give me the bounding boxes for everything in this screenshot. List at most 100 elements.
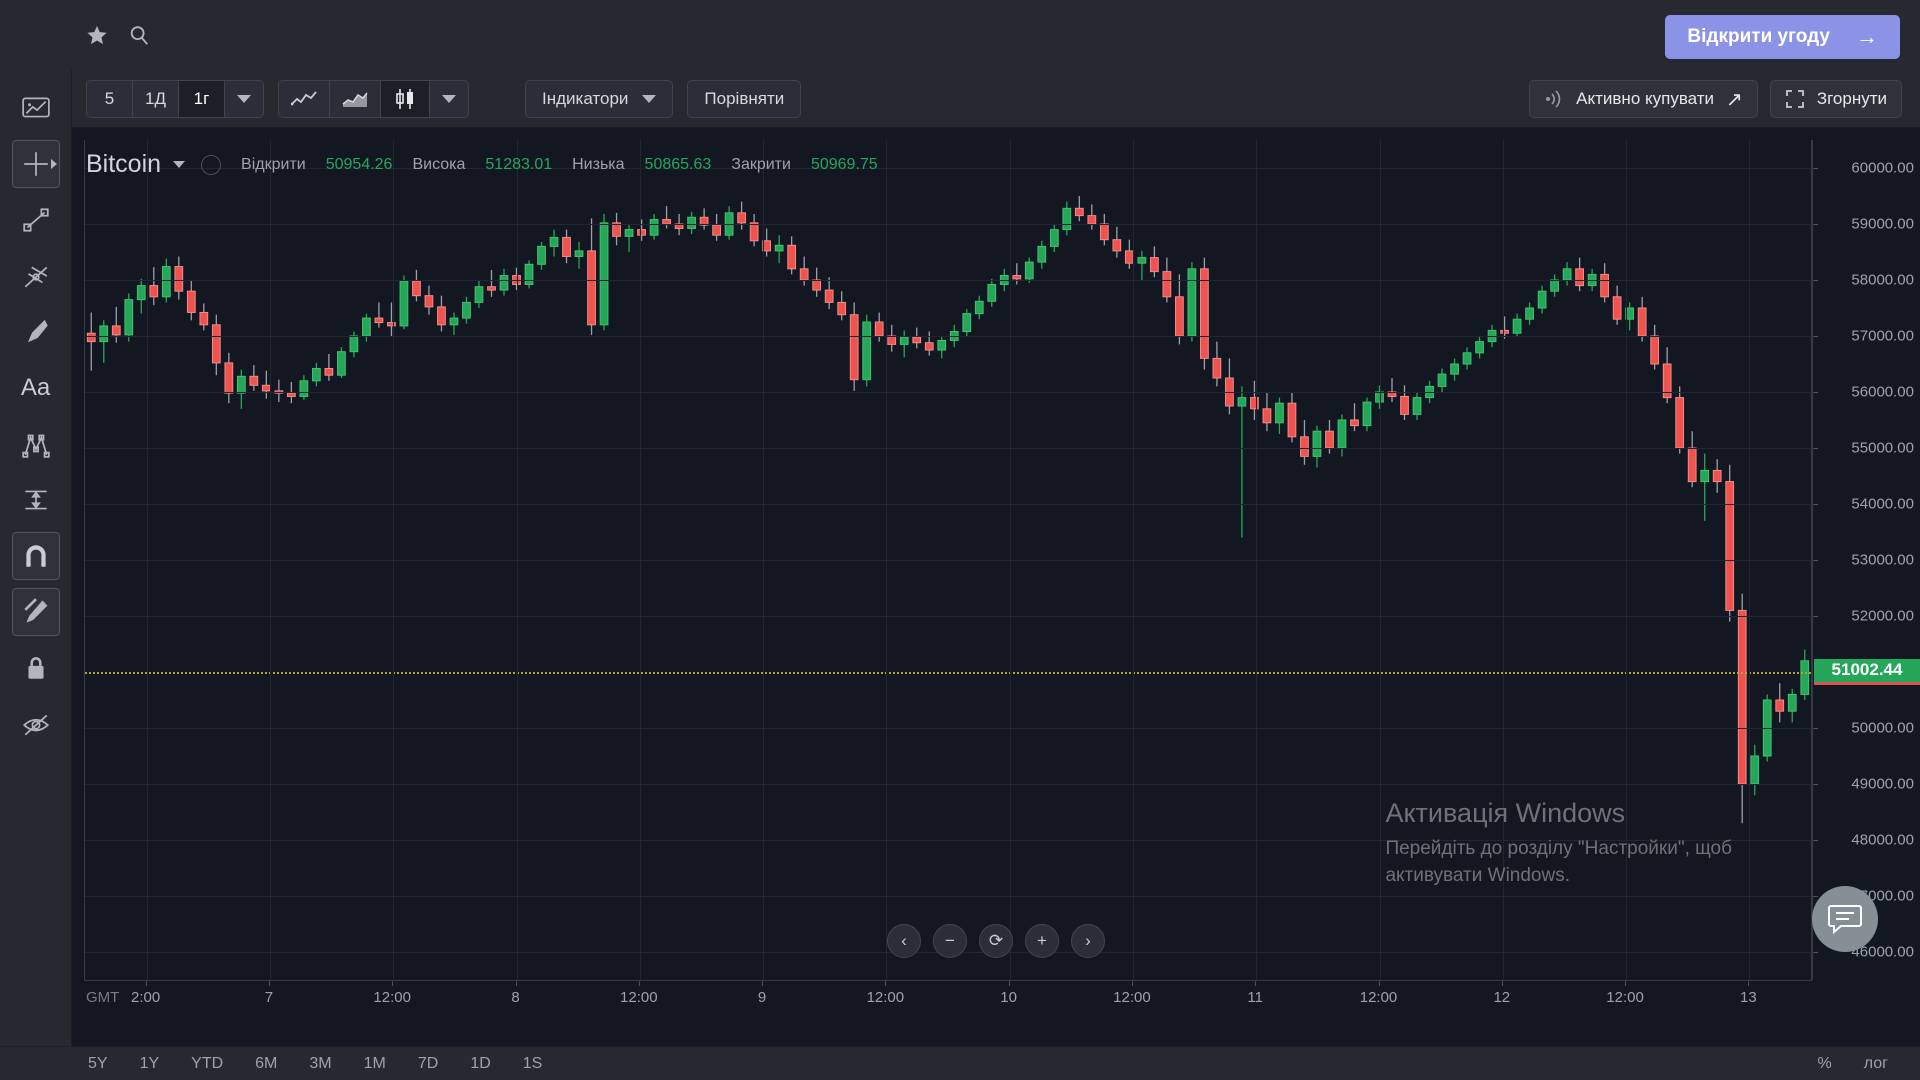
price-axis-tick (1813, 616, 1818, 617)
collapse-button[interactable]: Згорнути (1769, 80, 1902, 118)
candle-body (224, 362, 234, 394)
sidebar-item-trend-line[interactable] (12, 196, 60, 244)
chevron-down-icon (642, 94, 657, 103)
grid-line-horizontal (85, 616, 1811, 617)
grid-line-vertical (763, 140, 765, 980)
price-axis-tick (1813, 840, 1818, 841)
sidebar-item-text-tool[interactable]: Aa (12, 364, 60, 412)
percent-scale-button[interactable]: % (1802, 1047, 1848, 1080)
time-axis-label: 12 (1493, 989, 1511, 1006)
range-1d[interactable]: 1D (454, 1047, 506, 1080)
chat-support-button[interactable] (1812, 886, 1878, 952)
nav-zoom-in-button[interactable]: + (1025, 924, 1059, 958)
interval-1d[interactable]: 1Д (133, 80, 179, 117)
nav-next-button[interactable]: › (1071, 924, 1105, 958)
star-icon[interactable] (86, 24, 108, 46)
range-5y[interactable]: 5Y (72, 1047, 124, 1080)
candle-body (799, 268, 809, 281)
grid-line-vertical (1502, 140, 1504, 980)
grid-line-horizontal (85, 448, 1811, 449)
timezone-label: GMT (86, 989, 120, 1006)
time-axis[interactable]: GMT 2:00 7 12:00 8 12:00 9 12:00 10 12:00 11 12:00… (84, 980, 1812, 1018)
interval-dropdown-button[interactable] (225, 80, 263, 117)
candle-body (737, 212, 747, 224)
sidebar-item-elliott-wave[interactable] (12, 420, 60, 468)
range-1s[interactable]: 1S (507, 1047, 559, 1080)
chevron-right-icon[interactable] (50, 159, 57, 169)
sidebar-item-lock[interactable] (12, 644, 60, 692)
range-ytd[interactable]: YTD (175, 1047, 239, 1080)
candle-body (1650, 335, 1660, 365)
chart-type-candles-button[interactable] (381, 80, 430, 117)
sidebar-item-magnet[interactable] (11, 532, 60, 580)
buy-active-button[interactable]: Активно купувати ↗ (1529, 80, 1758, 118)
interval-1h[interactable]: 1г (179, 80, 225, 117)
candle-body (1787, 693, 1797, 712)
range-3m[interactable]: 3M (293, 1047, 347, 1080)
candle-body (1212, 357, 1222, 379)
candle-body (1024, 261, 1034, 280)
interval-5[interactable]: 5 (87, 80, 133, 117)
trading-chart-app: Відкрити угоду → 5 1Д 1г Індикатори Порі… (0, 0, 1920, 1080)
candle-body (286, 392, 296, 397)
footer-right-group: % лог (1802, 1047, 1904, 1080)
chart-type-line-button[interactable] (279, 80, 330, 117)
candle-body (1412, 397, 1422, 415)
chart-type-area-button[interactable] (330, 80, 381, 117)
chart-legend: Bitcoin Відкрити 50954.26 Висока 51283.0… (86, 150, 878, 179)
ohlc-close-label: Закрити (731, 155, 791, 173)
candle-body (1187, 268, 1197, 337)
candle-body (374, 317, 384, 324)
sidebar-item-measure[interactable] (12, 476, 60, 524)
price-axis-tick (1813, 728, 1818, 729)
price-axis[interactable]: 51002.44 60000.00 59000.00 58000.00 57000.0… (1812, 140, 1920, 980)
candle-body (1287, 402, 1297, 438)
time-axis-tick (515, 981, 517, 986)
candlestick-plot[interactable] (84, 140, 1812, 980)
nav-zoom-out-button[interactable]: − (933, 924, 967, 958)
nav-prev-button[interactable]: ‹ (887, 924, 921, 958)
candle-body (149, 285, 159, 298)
candle-body (849, 314, 859, 381)
sidebar-item-eraser-pencil[interactable] (11, 588, 60, 636)
range-1y[interactable]: 1Y (124, 1047, 176, 1080)
candle-body (887, 335, 897, 345)
sidebar-item-pitchfork[interactable] (12, 252, 60, 300)
broadcast-icon (1546, 90, 1561, 108)
candle-body (1149, 257, 1159, 273)
log-scale-button[interactable]: лог (1848, 1047, 1904, 1080)
candle-body (937, 339, 947, 351)
grid-line-horizontal (85, 784, 1811, 785)
indicators-button[interactable]: Індикатори (525, 79, 674, 118)
candle-body (874, 321, 884, 337)
candle-body (812, 279, 822, 291)
visibility-icon[interactable] (201, 154, 222, 175)
open-deal-button[interactable]: Відкрити угоду → (1665, 15, 1900, 59)
grid-line-horizontal (85, 504, 1811, 505)
candle-body (587, 250, 596, 326)
chart-type-dropdown-button[interactable] (430, 80, 468, 117)
time-axis-tick (145, 981, 147, 986)
sidebar-item-hide-drawings[interactable] (12, 700, 60, 748)
nav-reset-button[interactable]: ⟳ (979, 924, 1013, 958)
chevron-down-icon[interactable] (173, 161, 186, 168)
price-axis-label: 50000.00 (1851, 719, 1914, 737)
sidebar-item-crosshair[interactable] (11, 140, 60, 188)
ohlc-low-value: 50865.63 (644, 155, 712, 173)
sidebar-item-brush[interactable] (12, 308, 60, 356)
candle-body (1562, 268, 1572, 281)
candle-body (249, 375, 259, 386)
symbol-name[interactable]: Bitcoin (86, 150, 161, 179)
range-1m[interactable]: 1M (348, 1047, 402, 1080)
range-6m[interactable]: 6M (239, 1047, 293, 1080)
sidebar-item-snapshot-chart[interactable] (12, 84, 60, 132)
trend-line-icon (22, 208, 49, 232)
search-icon[interactable] (128, 24, 150, 46)
candle-body (1537, 290, 1547, 309)
candle-body (1600, 273, 1610, 298)
grid-line-horizontal (85, 560, 1811, 561)
compare-button[interactable]: Порівняти (687, 79, 802, 118)
candle-body (1437, 373, 1447, 387)
range-7d[interactable]: 7D (402, 1047, 454, 1080)
candle-body (749, 222, 759, 242)
